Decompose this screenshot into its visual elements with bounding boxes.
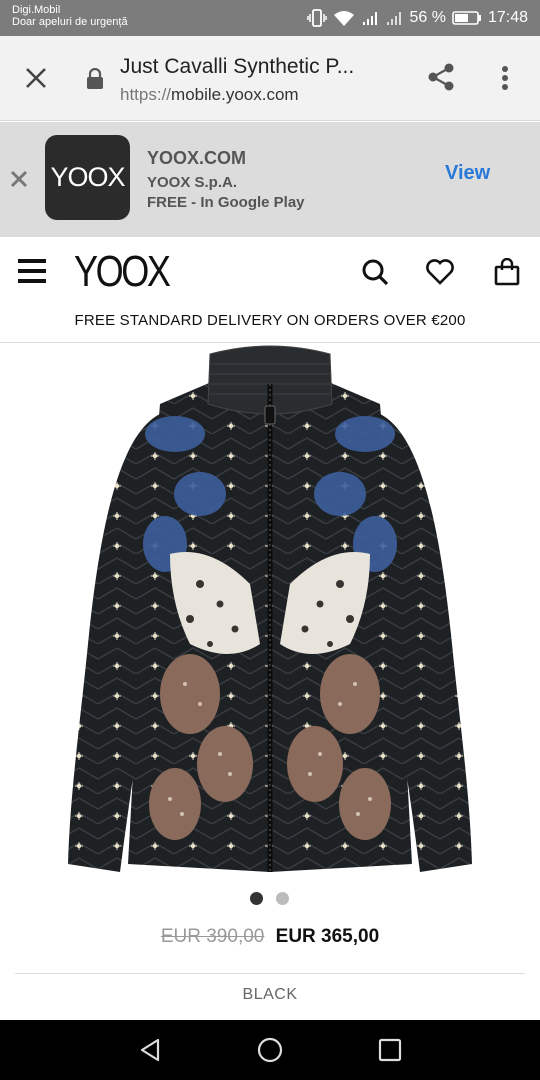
site-logo[interactable]: YOOX — [74, 247, 171, 297]
hamburger-line — [18, 269, 46, 273]
url-address[interactable]: https://mobile.yoox.com — [120, 85, 299, 105]
jacket — [68, 345, 472, 872]
shopping-bag-icon — [494, 258, 520, 286]
battery-percent: 56 % — [409, 9, 446, 26]
app-install-banner: YOOX YOOX.COM YOOX S.p.A. FREE - In Goog… — [0, 122, 540, 237]
battery-icon — [452, 11, 481, 25]
signal-icon — [363, 12, 378, 25]
close-tab-button[interactable] — [18, 60, 54, 96]
image-dot-2[interactable] — [276, 892, 289, 905]
hamburger-line — [18, 259, 46, 263]
home-button[interactable] — [255, 1035, 285, 1065]
browser-toolbar: Just Cavalli Synthetic P... https://mobi… — [0, 36, 540, 121]
carrier-info: Digi.Mobil Doar apeluri de urgență — [12, 4, 128, 28]
status-bar: Digi.Mobil Doar apeluri de urgență 56 % … — [0, 0, 540, 36]
search-button[interactable] — [360, 257, 390, 287]
delivery-notice: FREE STANDARD DELIVERY ON ORDERS OVER €2… — [0, 307, 540, 343]
url-scheme: https:// — [120, 85, 172, 104]
price-block: EUR 390,00 EUR 365,00 — [0, 926, 540, 948]
heart-icon — [426, 259, 454, 285]
status-indicators: 56 % 17:48 — [307, 8, 528, 28]
browser-menu-button[interactable] — [492, 62, 518, 94]
color-label[interactable]: BLACK — [0, 986, 540, 1004]
system-navigation-bar — [0, 1020, 540, 1080]
home-circle-icon — [257, 1037, 283, 1063]
original-price: EUR 390,00 — [160, 926, 265, 947]
divider — [15, 973, 525, 974]
close-icon — [10, 170, 28, 188]
product-image[interactable] — [60, 344, 480, 880]
emergency-calls-text: Doar apeluri de urgență — [12, 16, 128, 28]
recent-apps-button[interactable] — [375, 1035, 405, 1065]
app-company: YOOX S.p.A. — [147, 174, 238, 191]
hamburger-line — [18, 279, 46, 283]
shopping-bag-button[interactable] — [492, 257, 522, 287]
lock-icon[interactable] — [86, 68, 104, 90]
page-title[interactable]: Just Cavalli Synthetic P... — [120, 55, 390, 79]
search-icon — [362, 259, 389, 286]
vibrate-icon — [307, 9, 328, 27]
image-pagination — [250, 892, 289, 905]
back-button[interactable] — [135, 1035, 165, 1065]
sale-price: EUR 365,00 — [275, 926, 380, 947]
app-icon: YOOX — [45, 135, 130, 220]
view-app-button[interactable]: View — [445, 162, 490, 185]
close-icon — [26, 68, 46, 88]
menu-button[interactable] — [18, 257, 46, 285]
app-price: FREE - In Google Play — [147, 194, 305, 211]
recent-square-icon — [378, 1038, 402, 1062]
banner-close-button[interactable] — [6, 166, 32, 192]
back-triangle-icon — [140, 1038, 160, 1062]
share-button[interactable] — [424, 60, 458, 94]
wifi-icon — [334, 11, 355, 26]
carrier-name: Digi.Mobil — [12, 4, 61, 16]
signal-icon-2 — [387, 12, 402, 25]
app-name: YOOX.COM — [147, 148, 247, 168]
wishlist-button[interactable] — [425, 257, 455, 287]
url-host: mobile.yoox.com — [171, 85, 299, 104]
more-vertical-icon — [502, 66, 508, 90]
clock: 17:48 — [487, 9, 528, 26]
image-dot-1[interactable] — [250, 892, 263, 905]
site-header: YOOX — [0, 237, 540, 307]
share-icon — [428, 63, 454, 91]
